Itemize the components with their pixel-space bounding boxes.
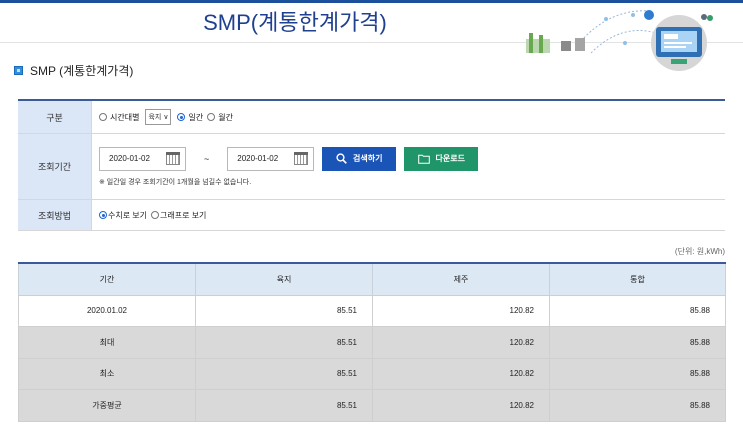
period-row: 조회기간 2020-01-02 ~ 2020-01-02 검색하기 다운로드 ※…: [18, 134, 725, 200]
start-date-field[interactable]: 2020-01-02: [99, 146, 186, 171]
radio-monthly[interactable]: [207, 113, 216, 121]
calendar-icon[interactable]: [166, 152, 180, 165]
cell-total: 85.88: [549, 294, 726, 327]
cell-total: 85.88: [549, 357, 726, 390]
cell-period: 최소: [18, 357, 196, 390]
section-heading: SMP (계통한계가격): [14, 62, 133, 79]
banner-illustration: [526, 10, 713, 71]
method-row: 조회방법 수치로 보기 그래프로 보기: [18, 200, 725, 231]
category-row: 구분 시간대별 육지 ∨ 일간 월간: [18, 101, 725, 134]
folder-icon: [417, 154, 430, 164]
radio-hourly[interactable]: [99, 113, 107, 121]
end-date-value: 2020-01-02: [237, 154, 279, 163]
option-daily[interactable]: 일간: [177, 112, 203, 123]
page-banner: SMP(계통한계가격): [0, 3, 743, 71]
option-numeric-label: 수치로 보기: [108, 210, 148, 220]
period-note: ※ 일간일 경우 조회기간이 1개월을 넘길수 없습니다.: [99, 178, 252, 186]
option-numeric[interactable]: 수치로 보기: [99, 210, 147, 221]
download-button-label: 다운로드: [435, 154, 465, 163]
cell-jeju: 120.82: [372, 326, 550, 359]
start-date-value: 2020-01-02: [109, 154, 150, 163]
section-title-text: SMP (계통한계가격): [30, 64, 134, 78]
category-label: 구분: [18, 101, 92, 133]
search-form: 구분 시간대별 육지 ∨ 일간 월간 조회기간 2020-01-02 ~ 202…: [18, 99, 725, 231]
cell-jeju: 120.82: [372, 389, 550, 422]
radio-numeric[interactable]: [99, 211, 107, 219]
search-button-label: 검색하기: [353, 154, 383, 163]
unit-label: (단위: 원,kWh): [674, 247, 725, 256]
range-separator: ~: [204, 153, 210, 164]
table-row: 최소 85.51 120.82 85.88: [18, 357, 726, 390]
header-period: 기간: [18, 262, 196, 296]
region-select-value: 육지: [148, 114, 162, 121]
table-row: 최대 85.51 120.82 85.88: [18, 326, 726, 359]
region-select[interactable]: 육지 ∨: [145, 109, 172, 125]
period-label: 조회기간: [18, 134, 92, 199]
chevron-down-icon: ∨: [163, 114, 169, 121]
cell-jeju: 120.82: [372, 294, 550, 327]
option-monthly-label: 월간: [218, 112, 233, 122]
option-daily-label: 일간: [188, 112, 204, 122]
radio-graph[interactable]: [151, 211, 160, 219]
table-row: 가중평균 85.51 120.82 85.88: [18, 389, 726, 422]
bullet-square-icon: [14, 66, 23, 75]
option-graph-label: 그래프로 보기: [160, 210, 207, 220]
option-hourly[interactable]: 시간대별: [99, 112, 139, 123]
page-title: SMP(계통한계가격): [203, 10, 387, 35]
cell-mainland: 85.51: [195, 389, 373, 422]
radio-daily[interactable]: [177, 113, 186, 121]
option-monthly[interactable]: 월간: [207, 112, 233, 123]
header-jeju: 제주: [372, 262, 550, 296]
smp-table: 기간 육지 제주 통합 2020.01.02 85.51 120.82 85.8…: [18, 262, 726, 422]
cell-mainland: 85.51: [195, 294, 373, 327]
search-icon: [336, 153, 347, 164]
header-mainland: 육지: [195, 262, 373, 296]
cell-period: 가중평균: [18, 389, 196, 422]
method-label: 조회방법: [18, 200, 92, 230]
table-header-row: 기간 육지 제주 통합: [18, 262, 726, 296]
table-row: 2020.01.02 85.51 120.82 85.88: [18, 294, 726, 327]
cell-jeju: 120.82: [372, 357, 550, 390]
option-graph[interactable]: 그래프로 보기: [151, 210, 206, 221]
search-button[interactable]: 검색하기: [322, 146, 397, 171]
cell-mainland: 85.51: [195, 326, 373, 359]
end-date-field[interactable]: 2020-01-02: [227, 146, 315, 171]
cell-total: 85.88: [549, 389, 726, 422]
cell-mainland: 85.51: [195, 357, 373, 390]
cell-period: 최대: [18, 326, 196, 359]
cell-total: 85.88: [549, 326, 726, 359]
calendar-icon[interactable]: [294, 152, 309, 165]
cell-period: 2020.01.02: [18, 294, 196, 327]
header-total: 통합: [549, 262, 726, 296]
download-button[interactable]: 다운로드: [404, 146, 479, 171]
option-hourly-label: 시간대별: [110, 112, 140, 122]
